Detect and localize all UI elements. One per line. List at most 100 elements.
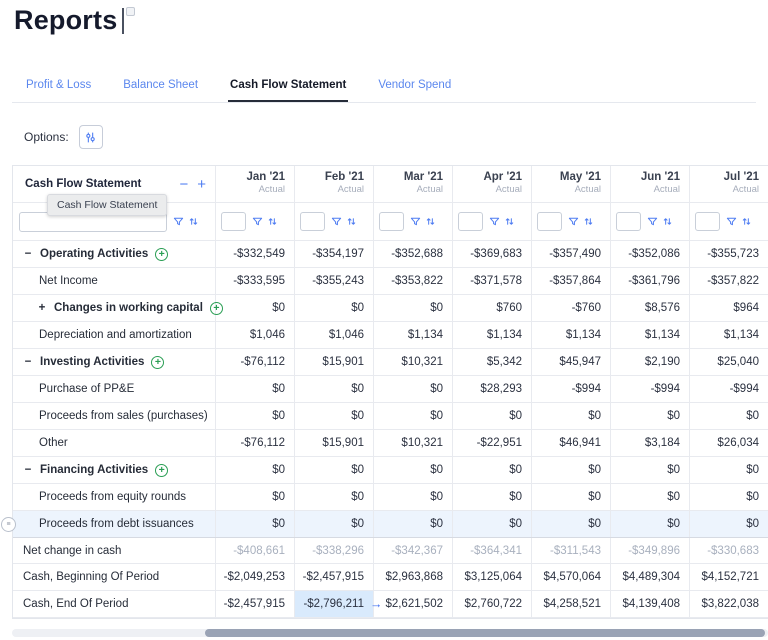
value-cell[interactable]: $0 [216,511,295,537]
value-cell[interactable]: $10,321 [374,430,453,456]
row-label-cell[interactable]: −Investing Activities+ [13,349,216,375]
value-cell[interactable]: $25,040 [690,349,768,375]
value-cell[interactable]: $760 [453,295,532,321]
value-cell[interactable]: $0 [295,484,374,510]
value-cell[interactable]: $0 [295,403,374,429]
column-filter-input[interactable] [379,212,404,231]
value-cell[interactable]: $2,963,868 [374,564,453,590]
value-cell[interactable]: $4,139,408 [611,591,690,617]
value-cell[interactable]: $1,046 [216,322,295,348]
value-cell[interactable]: $0 [532,484,611,510]
value-cell[interactable]: -$330,683 [690,538,768,563]
sort-icon[interactable] [504,216,515,227]
value-cell[interactable]: -$760 [532,295,611,321]
value-cell[interactable]: $1,134 [453,322,532,348]
value-cell[interactable]: -$353,822 [374,268,453,294]
value-cell[interactable]: -$371,578 [453,268,532,294]
add-line-icon[interactable]: + [155,248,168,261]
value-cell[interactable]: $0 [374,403,453,429]
filter-funnel-icon[interactable] [410,216,421,227]
value-cell[interactable]: $0 [611,457,690,483]
sort-icon[interactable] [188,216,199,227]
filter-funnel-icon[interactable] [331,216,342,227]
value-cell[interactable]: $0 [453,511,532,537]
tab-balance-sheet[interactable]: Balance Sheet [121,68,200,102]
value-cell[interactable]: $1,134 [690,322,768,348]
value-cell[interactable]: $0 [532,403,611,429]
value-cell[interactable]: $1,134 [611,322,690,348]
column-filter-input[interactable] [695,212,720,231]
value-cell[interactable]: $0 [216,484,295,510]
value-cell[interactable]: -$311,543 [532,538,611,563]
value-cell[interactable]: -$76,112 [216,349,295,375]
value-cell[interactable]: $4,152,721 [690,564,768,590]
value-cell[interactable]: -$357,490 [532,241,611,267]
row-label-cell[interactable]: Proceeds from debt issuances [13,511,216,537]
column-header-7[interactable]: Jul '21Actual [690,166,768,202]
value-cell[interactable]: $2,190 [611,349,690,375]
row-drag-handle-icon[interactable]: ≡ [1,517,16,532]
column-header-3[interactable]: Mar '21Actual [374,166,453,202]
row-label-cell[interactable]: Other [13,430,216,456]
value-cell[interactable]: -$332,549 [216,241,295,267]
value-cell[interactable]: $964 [690,295,768,321]
column-header-4[interactable]: Apr '21Actual [453,166,532,202]
value-cell[interactable]: -$357,822 [690,268,768,294]
value-cell[interactable]: $0 [532,511,611,537]
tab-profit-and-loss[interactable]: Profit & Loss [24,68,93,102]
value-cell[interactable]: $0 [295,376,374,402]
value-cell[interactable]: -$354,197 [295,241,374,267]
column-header-5[interactable]: May '21Actual [532,166,611,202]
filter-funnel-icon[interactable] [173,216,184,227]
sort-icon[interactable] [346,216,357,227]
row-label-cell[interactable]: Cash, Beginning Of Period [13,564,216,590]
value-cell[interactable]: $1,134 [374,322,453,348]
value-cell[interactable]: →$2,621,502 [374,591,453,617]
column-filter-input[interactable] [300,212,325,231]
value-cell[interactable]: $4,258,521 [532,591,611,617]
value-cell[interactable]: $0 [216,457,295,483]
filter-funnel-icon[interactable] [252,216,263,227]
value-cell[interactable]: $8,576 [611,295,690,321]
value-cell[interactable]: -$333,595 [216,268,295,294]
value-cell[interactable]: $3,184 [611,430,690,456]
value-cell[interactable]: -$364,341 [453,538,532,563]
value-cell[interactable]: $4,489,304 [611,564,690,590]
column-filter-input[interactable] [616,212,641,231]
value-cell[interactable]: $0 [611,511,690,537]
row-label-cell[interactable]: −Operating Activities+ [13,241,216,267]
row-label-cell[interactable]: Purchase of PP&E [13,376,216,402]
value-cell[interactable]: $0 [374,376,453,402]
value-cell[interactable]: $28,293 [453,376,532,402]
filter-funnel-icon[interactable] [726,216,737,227]
value-cell[interactable]: $0 [295,511,374,537]
options-settings-button[interactable] [79,125,103,149]
horizontal-scrollbar-thumb[interactable] [205,629,765,637]
value-cell[interactable]: -$2,796,211 [295,591,374,617]
value-cell[interactable]: $0 [532,457,611,483]
value-cell[interactable]: $5,342 [453,349,532,375]
add-line-icon[interactable]: + [151,356,164,369]
value-cell[interactable]: $0 [453,403,532,429]
value-cell[interactable]: $0 [453,457,532,483]
value-cell[interactable]: $0 [611,403,690,429]
row-label-cell[interactable]: +Changes in working capital+ [13,295,216,321]
value-cell[interactable]: $0 [690,403,768,429]
value-cell[interactable]: $0 [453,484,532,510]
filter-funnel-icon[interactable] [489,216,500,227]
value-cell[interactable]: -$349,896 [611,538,690,563]
value-cell[interactable]: $0 [374,457,453,483]
value-cell[interactable]: -$2,049,253 [216,564,295,590]
collapse-icon[interactable]: − [23,356,33,368]
value-cell[interactable]: $2,760,722 [453,591,532,617]
value-cell[interactable]: $0 [374,484,453,510]
row-label-cell[interactable]: Cash, End Of Period [13,591,216,617]
row-label-cell[interactable]: Net Income [13,268,216,294]
row-label-cell[interactable]: Depreciation and amortization [13,322,216,348]
add-line-icon[interactable]: + [155,464,168,477]
value-cell[interactable]: $0 [295,295,374,321]
value-cell[interactable]: -$361,796 [611,268,690,294]
value-cell[interactable]: $0 [216,295,295,321]
value-cell[interactable]: $0 [611,484,690,510]
value-cell[interactable]: $0 [690,511,768,537]
